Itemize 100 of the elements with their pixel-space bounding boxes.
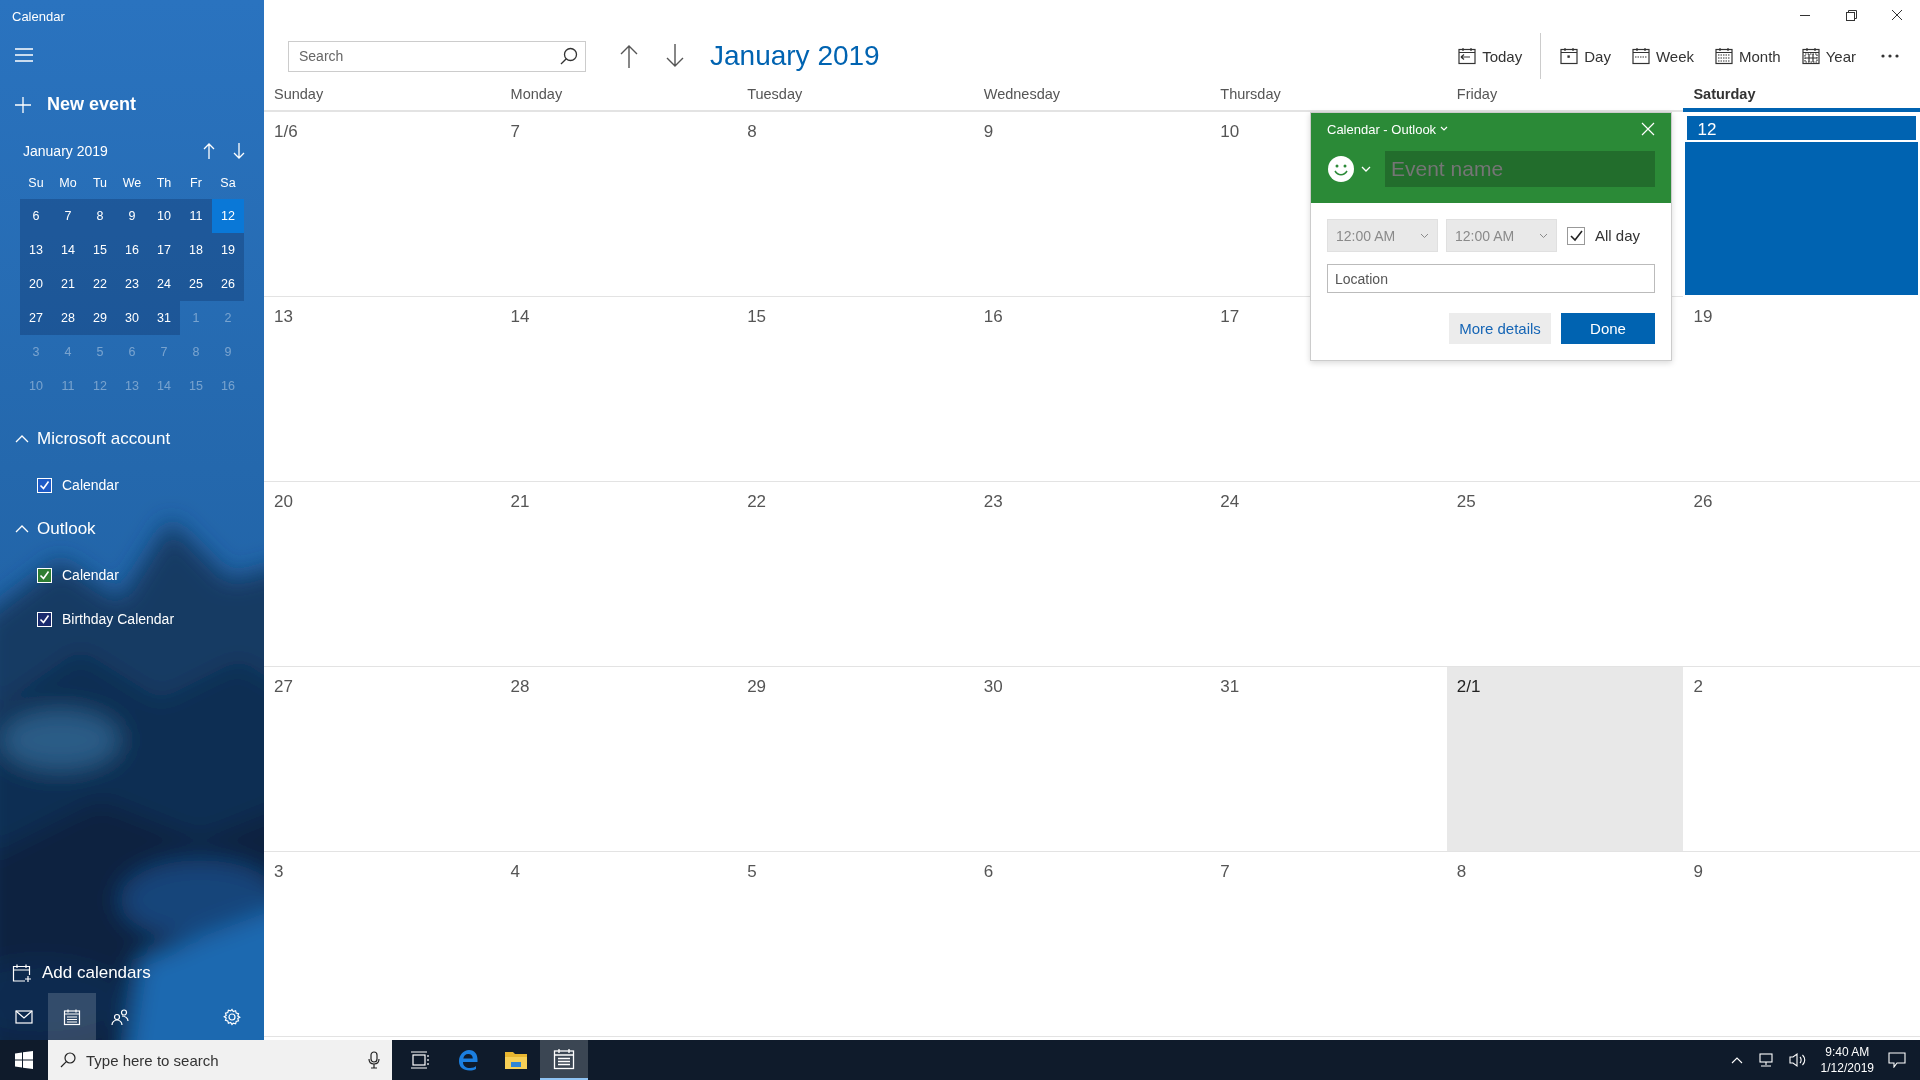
mini-calendar-day[interactable]: 15 [84, 233, 116, 267]
mini-calendar-day[interactable]: 7 [52, 199, 84, 233]
mini-calendar-day[interactable]: 8 [84, 199, 116, 233]
day-cell[interactable]: 20 [264, 482, 501, 667]
mini-calendar-day[interactable]: 30 [116, 301, 148, 335]
calendar-button[interactable] [48, 993, 96, 1040]
day-number: 8 [1456, 862, 1467, 881]
search-field[interactable]: Search [288, 40, 586, 72]
day-cell[interactable]: 30 [973, 667, 1211, 852]
mini-calendar-day[interactable]: 9 [116, 199, 148, 233]
day-cell[interactable]: 27 [264, 667, 501, 852]
calendar-picker[interactable]: Calendar - Outlook [1327, 121, 1437, 137]
day-cell[interactable]: 9 [1683, 852, 1920, 1037]
day-cell[interactable]: 8 [1446, 852, 1684, 1037]
account-name[interactable]: Microsoft account [37, 429, 171, 449]
mini-calendar-title[interactable]: January 2019 [23, 143, 185, 159]
day-cell[interactable]: 29 [737, 667, 974, 852]
day-cell[interactable]: 14 [500, 297, 738, 482]
day-cell[interactable]: 6 [973, 852, 1211, 1037]
mini-calendar-day[interactable]: 14 [52, 233, 84, 267]
mini-calendar-day[interactable]: 28 [52, 301, 84, 335]
add-calendar-icon[interactable] [12, 963, 32, 983]
mini-calendar-day[interactable]: 11 [180, 199, 212, 233]
search-icon[interactable] [560, 46, 578, 65]
day-cell[interactable]: 23 [973, 482, 1211, 667]
day-cell[interactable]: 19 [1683, 297, 1920, 482]
arrow-down-icon[interactable] [666, 44, 684, 68]
view-button[interactable]: Year [1790, 36, 1866, 76]
mini-calendar-day[interactable]: 20 [20, 267, 52, 301]
mini-calendar-day[interactable]: 26 [212, 267, 244, 301]
notification-icon[interactable] [1888, 1052, 1906, 1068]
account-name[interactable]: Outlook [37, 519, 96, 539]
smiley-icon[interactable] [1327, 155, 1355, 183]
day-cell[interactable]: 1/6 [264, 112, 501, 297]
day-cell[interactable]: 16 [973, 297, 1211, 482]
calendar-name[interactable]: Calendar [62, 477, 119, 493]
new-event-button[interactable]: New event [47, 94, 137, 115]
plus-icon[interactable] [15, 96, 31, 113]
all-day-checkbox[interactable] [1567, 226, 1585, 245]
mini-calendar-day[interactable]: 31 [148, 301, 180, 335]
mini-calendar-day[interactable]: 12 [212, 199, 244, 233]
day-cell[interactable]: 8 [737, 112, 974, 297]
day-cell[interactable]: 3 [264, 852, 501, 1037]
more-icon[interactable] [1880, 53, 1900, 59]
day-cell[interactable]: 2/1 [1446, 667, 1684, 852]
menu-icon[interactable] [15, 48, 33, 62]
arrow-up-icon[interactable] [620, 44, 638, 68]
view-button[interactable]: Month [1704, 36, 1791, 76]
mini-calendar-day[interactable]: 16 [116, 233, 148, 267]
microphone-icon[interactable] [368, 1051, 380, 1069]
network-icon[interactable] [1756, 1052, 1775, 1068]
mini-calendar-day[interactable]: 21 [52, 267, 84, 301]
mini-calendar-day[interactable]: 10 [148, 199, 180, 233]
add-calendars-button[interactable]: Add calendars [42, 963, 151, 983]
day-cell[interactable]: 24 [1210, 482, 1447, 667]
more-details-button[interactable]: More details [1449, 313, 1551, 344]
all-day-label[interactable]: All day [1595, 227, 1641, 244]
chevron-down-icon[interactable] [1361, 165, 1371, 173]
mini-calendar-day[interactable]: 17 [148, 233, 180, 267]
mini-calendar-day[interactable]: 25 [180, 267, 212, 301]
event-name-field[interactable]: Event name [1385, 151, 1655, 187]
taskbar-search-field[interactable]: Type here to search [48, 1040, 392, 1080]
mini-calendar-day[interactable]: 18 [180, 233, 212, 267]
view-button[interactable]: Day [1549, 36, 1621, 76]
chevron-up-icon[interactable] [1730, 1056, 1743, 1064]
mini-calendar-day[interactable]: 13 [20, 233, 52, 267]
day-cell[interactable]: 7 [1210, 852, 1447, 1037]
day-cell[interactable]: 9 [973, 112, 1211, 297]
volume-icon[interactable] [1788, 1052, 1807, 1068]
day-cell[interactable]: 2 [1683, 667, 1920, 852]
day-cell[interactable]: 13 [264, 297, 501, 482]
calendar-name[interactable]: Calendar [62, 567, 119, 583]
mini-calendar-day[interactable]: 6 [20, 199, 52, 233]
clock[interactable]: 9:40 AM 1/12/2019 [1820, 1044, 1874, 1076]
day-cell[interactable]: 15 [737, 297, 974, 482]
day-cell[interactable]: 26 [1683, 482, 1920, 667]
day-cell[interactable]: 28 [500, 667, 738, 852]
location-field[interactable]: Location [1327, 264, 1655, 293]
mini-calendar-day[interactable]: 22 [84, 267, 116, 301]
day-cell[interactable]: 21 [500, 482, 738, 667]
view-button[interactable]: Week [1620, 36, 1704, 76]
day-cell[interactable]: 12 [1683, 112, 1920, 297]
mini-calendar-day[interactable]: 27 [20, 301, 52, 335]
chevron-down-icon[interactable] [1440, 126, 1449, 132]
day-cell[interactable]: 5 [737, 852, 974, 1037]
calendar-button[interactable] [540, 1040, 588, 1080]
day-number: 14 [510, 307, 530, 326]
close-icon[interactable] [1641, 122, 1655, 136]
mini-calendar-day[interactable]: 29 [84, 301, 116, 335]
day-cell[interactable]: 7 [500, 112, 738, 297]
calendar-name[interactable]: Birthday Calendar [62, 611, 175, 627]
day-cell[interactable]: 4 [500, 852, 738, 1037]
day-cell[interactable]: 31 [1210, 667, 1447, 852]
mini-calendar-day[interactable]: 19 [212, 233, 244, 267]
day-cell[interactable]: 22 [737, 482, 974, 667]
done-button[interactable]: Done [1561, 313, 1655, 344]
mini-calendar-day[interactable]: 24 [148, 267, 180, 301]
day-number: 7 [1220, 862, 1230, 881]
mini-calendar-day[interactable]: 23 [116, 267, 148, 301]
view-button[interactable]: Today [1447, 36, 1533, 76]
